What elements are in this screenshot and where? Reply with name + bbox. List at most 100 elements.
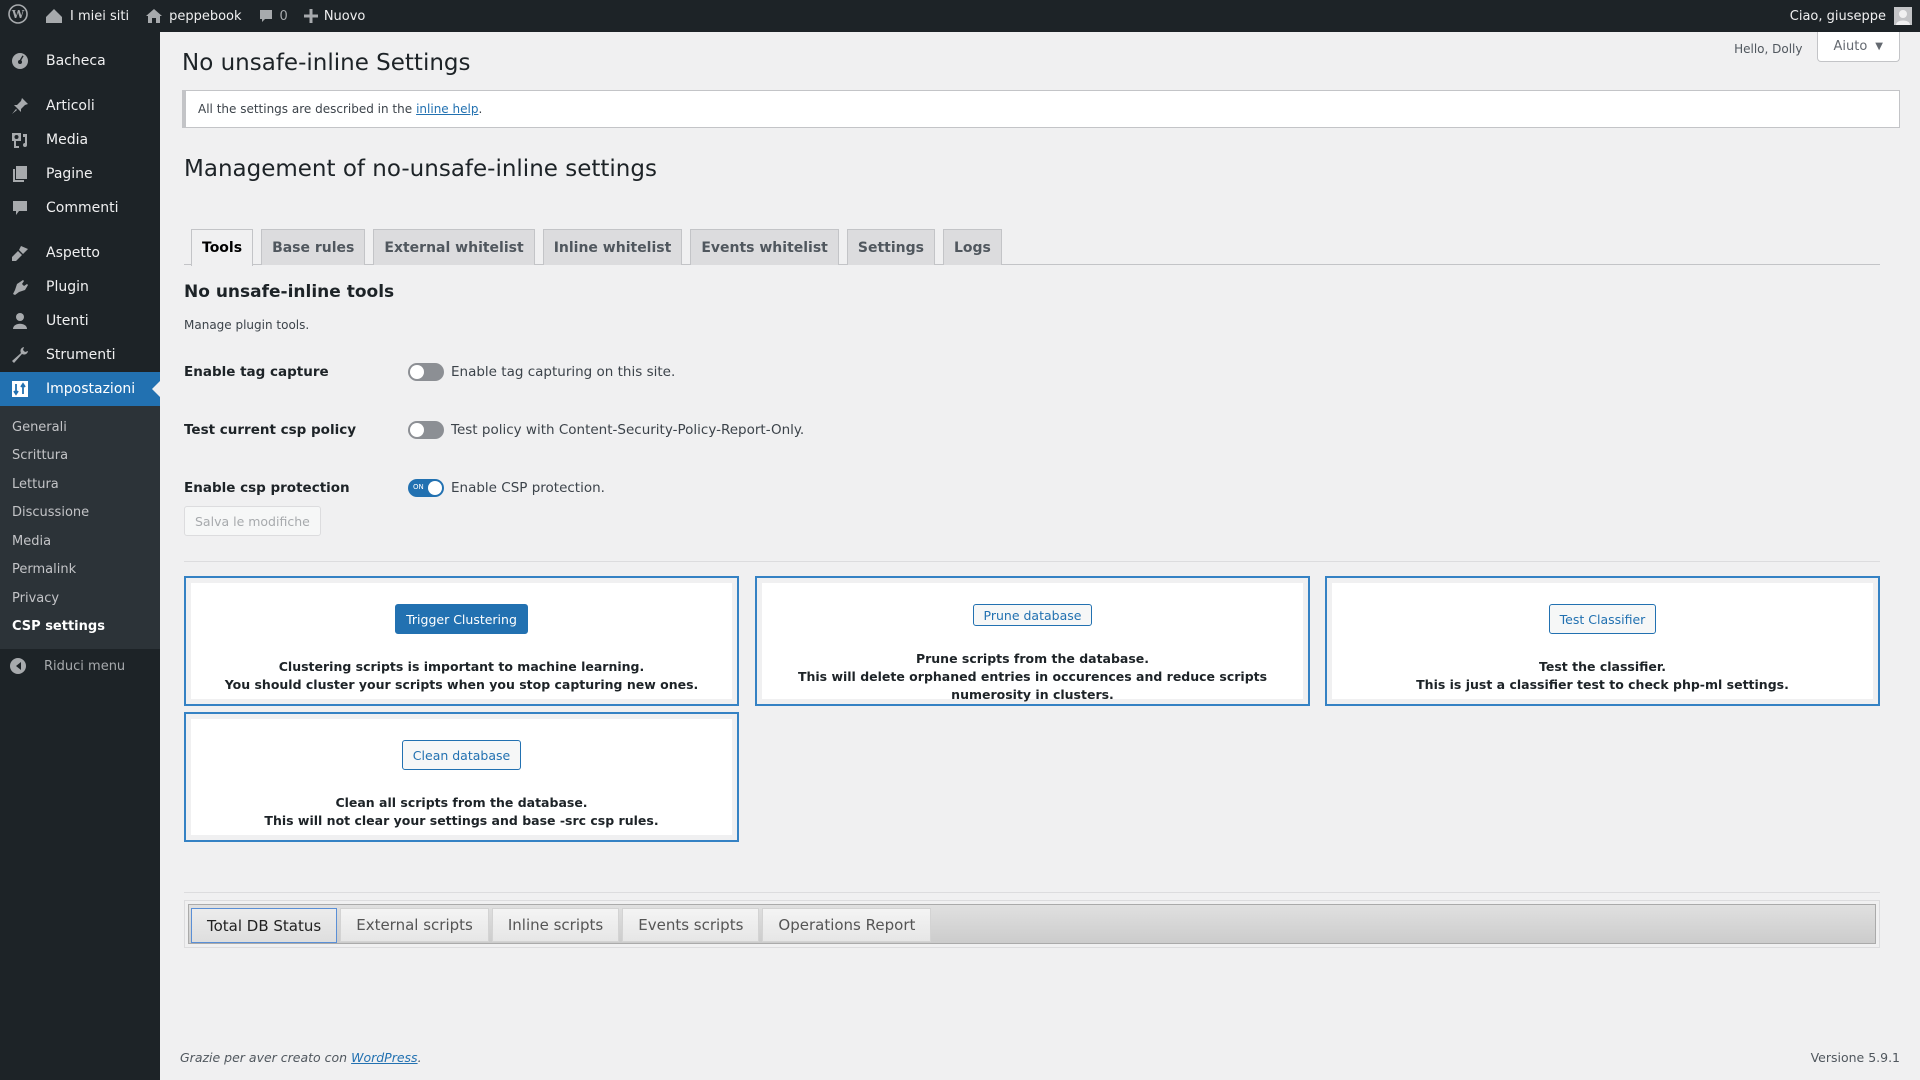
test-policy-toggle[interactable] bbox=[408, 421, 444, 439]
section-title: Management of no-unsafe-inline settings bbox=[184, 156, 657, 182]
status-tabs-container: Total DB Status External scripts Inline … bbox=[184, 900, 1880, 948]
submenu-privacy[interactable]: Privacy bbox=[0, 584, 160, 613]
submenu-scrittura[interactable]: Scrittura bbox=[0, 442, 160, 471]
tool-description-line: This will delete orphaned entries in occ… bbox=[797, 669, 1268, 702]
sidebar-item-impostazioni[interactable]: Impostazioni bbox=[0, 372, 160, 406]
dashboard-icon bbox=[10, 51, 30, 71]
trigger-clustering-button[interactable]: Trigger Clustering bbox=[395, 604, 528, 634]
plus-icon bbox=[303, 9, 318, 23]
brush-icon bbox=[10, 243, 30, 263]
sidebar-item-aspetto[interactable]: Aspetto bbox=[0, 236, 160, 270]
comment-icon bbox=[10, 198, 30, 218]
my-sites-icon bbox=[44, 8, 64, 24]
tool-description-line: Prune scripts from the database. bbox=[915, 651, 1150, 666]
settings-icon bbox=[10, 379, 30, 399]
tool-description: Prune scripts from the database. This wi… bbox=[757, 650, 1308, 704]
greeting-label: Ciao, giuseppe bbox=[1789, 8, 1886, 24]
setting-row-tag-capture: Enable tag capture Enable tag capturing … bbox=[184, 360, 675, 384]
footer-version: Versione 5.9.1 bbox=[1810, 1050, 1900, 1065]
hello-dolly-text: Hello, Dolly bbox=[1734, 42, 1803, 56]
settings-tabs: Tools Base rules External whitelist Inli… bbox=[184, 229, 1880, 266]
sidebar-item-label: Media bbox=[46, 132, 89, 148]
tab-tools[interactable]: Tools bbox=[191, 229, 254, 266]
sidebar-item-label: Articoli bbox=[46, 98, 95, 114]
comments-menu[interactable]: 0 bbox=[250, 0, 296, 32]
user-icon bbox=[10, 311, 30, 331]
tools-description: Manage plugin tools. bbox=[184, 318, 310, 332]
save-changes-button[interactable]: Salva le modifiche bbox=[184, 506, 321, 536]
tool-box-classifier: Test Classifier Test the classifier. Thi… bbox=[1325, 576, 1880, 706]
info-notice: All the settings are described in the in… bbox=[182, 90, 1900, 128]
sidebar-item-media[interactable]: Media bbox=[0, 123, 160, 157]
tab-operations-report[interactable]: Operations Report bbox=[762, 908, 932, 942]
pages-icon bbox=[10, 164, 30, 184]
my-sites-menu[interactable]: I miei siti bbox=[36, 0, 137, 32]
tab-external-scripts[interactable]: External scripts bbox=[340, 908, 489, 942]
tab-events-scripts[interactable]: Events scripts bbox=[622, 908, 760, 942]
sidebar-item-articoli[interactable]: Articoli bbox=[0, 89, 160, 123]
notice-end: . bbox=[478, 102, 483, 116]
tab-inline-scripts[interactable]: Inline scripts bbox=[491, 908, 620, 942]
tab-total-db-status[interactable]: Total DB Status bbox=[191, 908, 338, 943]
submenu-lettura[interactable]: Lettura bbox=[0, 470, 160, 499]
tab-external-whitelist[interactable]: External whitelist bbox=[373, 229, 535, 265]
sidebar-item-label: Plugin bbox=[46, 279, 89, 295]
tool-description-line: Clustering scripts is important to machi… bbox=[278, 659, 645, 674]
sidebar-item-strumenti[interactable]: Strumenti bbox=[0, 338, 160, 372]
wordpress-logo-button[interactable]: W bbox=[0, 0, 36, 32]
sidebar-item-label: Aspetto bbox=[46, 245, 100, 261]
site-name-menu[interactable]: peppebook bbox=[137, 0, 249, 32]
sidebar-item-bacheca[interactable]: Bacheca bbox=[0, 44, 160, 78]
my-account-menu[interactable]: Ciao, giuseppe bbox=[1782, 0, 1912, 32]
wordpress-link[interactable]: WordPress bbox=[351, 1050, 417, 1065]
toggle-on-text: ON bbox=[413, 483, 424, 491]
tab-settings[interactable]: Settings bbox=[846, 229, 935, 265]
admin-sidebar: Bacheca Articoli Media Pagine Commenti A… bbox=[0, 32, 160, 1080]
help-button[interactable]: Aiuto ▼ bbox=[1816, 32, 1900, 62]
help-label: Aiuto bbox=[1833, 39, 1868, 54]
footer-thanks-end: . bbox=[417, 1050, 422, 1065]
sidebar-item-commenti[interactable]: Commenti bbox=[0, 191, 160, 225]
new-content-menu[interactable]: Nuovo bbox=[296, 0, 374, 32]
submenu-media[interactable]: Media bbox=[0, 527, 160, 556]
submenu-discussione[interactable]: Discussione bbox=[0, 499, 160, 528]
setting-description: Test policy with Content-Security-Policy… bbox=[451, 422, 805, 438]
screen-meta: Hello, Dolly Aiuto ▼ bbox=[1734, 32, 1900, 62]
sidebar-item-label: Utenti bbox=[46, 313, 89, 329]
comment-bubble-icon bbox=[258, 8, 274, 24]
clean-database-button[interactable]: Clean database bbox=[401, 740, 522, 770]
setting-label: Enable tag capture bbox=[184, 364, 329, 380]
submenu-permalink[interactable]: Permalink bbox=[0, 556, 160, 585]
sidebar-item-label: Commenti bbox=[46, 200, 119, 216]
submenu-csp-settings[interactable]: CSP settings bbox=[0, 613, 160, 642]
tab-events-whitelist[interactable]: Events whitelist bbox=[690, 229, 839, 265]
sidebar-item-utenti[interactable]: Utenti bbox=[0, 304, 160, 338]
collapse-menu-button[interactable]: Riduci menu bbox=[0, 649, 160, 683]
collapse-arrow-icon bbox=[10, 658, 26, 674]
tool-box-clean: Clean database Clean all scripts from th… bbox=[184, 712, 739, 842]
submenu-generali[interactable]: Generali bbox=[0, 413, 160, 442]
setting-description: Enable CSP protection. bbox=[451, 480, 605, 496]
tab-inline-whitelist[interactable]: Inline whitelist bbox=[542, 229, 683, 265]
tools-title: No unsafe-inline tools bbox=[184, 282, 395, 302]
avatar bbox=[1894, 7, 1912, 25]
plugin-icon bbox=[10, 277, 30, 297]
csp-protection-toggle[interactable]: ON bbox=[408, 479, 444, 497]
page-title: No unsafe-inline Settings bbox=[182, 50, 471, 76]
tool-description-line: Clean all scripts from the database. bbox=[335, 795, 588, 810]
test-classifier-button[interactable]: Test Classifier bbox=[1548, 604, 1657, 634]
settings-submenu: Generali Scrittura Lettura Discussione M… bbox=[0, 406, 160, 649]
footer: Grazie per aver creato con WordPress. Ve… bbox=[180, 1050, 1900, 1065]
tab-logs[interactable]: Logs bbox=[942, 229, 1002, 265]
sidebar-item-plugin[interactable]: Plugin bbox=[0, 270, 160, 304]
collapse-menu-label: Riduci menu bbox=[44, 658, 126, 674]
tag-capture-toggle[interactable] bbox=[408, 363, 444, 381]
wrench-icon bbox=[10, 345, 30, 365]
tool-description-line: This is just a classifier test to check … bbox=[1416, 677, 1789, 692]
tab-base-rules[interactable]: Base rules bbox=[261, 229, 366, 265]
sidebar-item-pagine[interactable]: Pagine bbox=[0, 157, 160, 191]
prune-database-button[interactable]: Prune database bbox=[972, 604, 1093, 626]
sidebar-item-label: Strumenti bbox=[46, 347, 116, 363]
status-tabs: Total DB Status External scripts Inline … bbox=[188, 904, 1876, 944]
inline-help-link[interactable]: inline help bbox=[416, 102, 478, 116]
